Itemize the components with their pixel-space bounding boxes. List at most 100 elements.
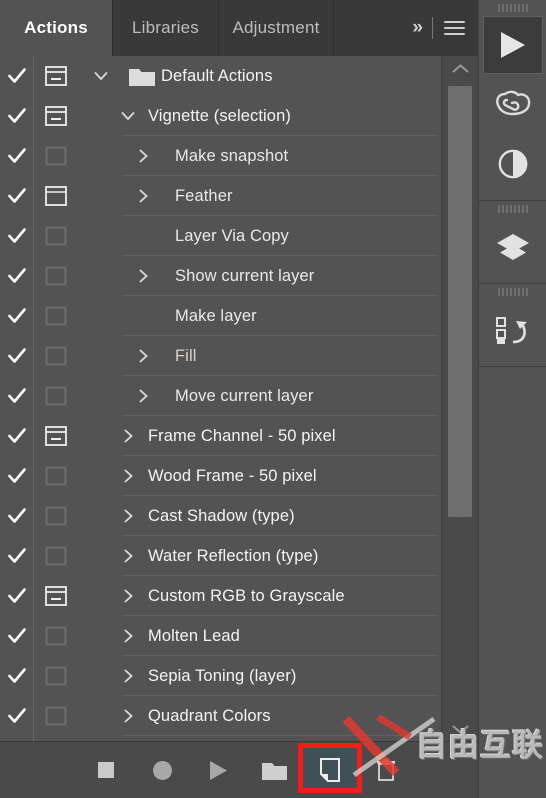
action-enabled-checkbox[interactable] xyxy=(0,347,33,365)
action-row[interactable]: Default Actions xyxy=(0,56,441,96)
scrollbar-track[interactable] xyxy=(442,82,479,716)
dialog-toggle-icon[interactable] xyxy=(44,586,67,606)
action-row[interactable]: Molten Lead xyxy=(0,616,441,656)
action-dialog-toggle[interactable] xyxy=(33,666,78,686)
action-enabled-checkbox[interactable] xyxy=(0,387,33,405)
action-expander[interactable] xyxy=(108,469,148,483)
action-dialog-toggle[interactable] xyxy=(33,346,78,366)
dialog-toggle-icon[interactable] xyxy=(45,706,67,726)
action-dialog-toggle[interactable] xyxy=(33,106,78,126)
chevron-right-icon[interactable] xyxy=(121,549,135,563)
dialog-toggle-icon[interactable] xyxy=(44,106,67,126)
action-dialog-toggle[interactable] xyxy=(33,626,78,646)
action-expander[interactable] xyxy=(123,349,163,363)
action-row[interactable]: Quadrant Colors xyxy=(0,696,441,736)
chevron-down-icon[interactable] xyxy=(121,109,135,123)
chevron-right-icon[interactable] xyxy=(121,709,135,723)
rail-drag-handle-2[interactable] xyxy=(479,201,546,217)
dialog-toggle-icon[interactable] xyxy=(45,546,67,566)
action-expander[interactable] xyxy=(123,149,163,163)
action-expander[interactable] xyxy=(108,509,148,523)
dialog-toggle-icon[interactable] xyxy=(45,146,67,166)
action-expander[interactable] xyxy=(123,189,163,203)
scrollbar-thumb[interactable] xyxy=(448,86,472,518)
chevron-right-icon[interactable] xyxy=(121,669,135,683)
action-enabled-checkbox[interactable] xyxy=(0,707,33,725)
new-action-button[interactable] xyxy=(298,743,362,793)
rail-history-button[interactable] xyxy=(479,300,546,360)
action-enabled-checkbox[interactable] xyxy=(0,467,33,485)
dialog-toggle-icon[interactable] xyxy=(45,626,67,646)
tab-actions[interactable]: Actions xyxy=(0,0,113,56)
actions-list-scrollbar[interactable] xyxy=(441,56,479,742)
action-row[interactable]: Make snapshot xyxy=(0,136,441,176)
action-expander[interactable] xyxy=(78,69,123,83)
action-expander[interactable] xyxy=(108,709,148,723)
rail-creative-cloud-button[interactable] xyxy=(479,74,546,134)
action-enabled-checkbox[interactable] xyxy=(0,667,33,685)
action-enabled-checkbox[interactable] xyxy=(0,587,33,605)
action-enabled-checkbox[interactable] xyxy=(0,187,33,205)
action-expander[interactable] xyxy=(108,109,148,123)
action-row[interactable]: Frame Channel - 50 pixel xyxy=(0,416,441,456)
action-row[interactable]: Sepia Toning (layer) xyxy=(0,656,441,696)
chevron-right-icon[interactable] xyxy=(121,589,135,603)
rail-drag-handle-3[interactable] xyxy=(479,284,546,300)
action-row[interactable]: Cast Shadow (type) xyxy=(0,496,441,536)
chevron-right-icon[interactable] xyxy=(121,429,135,443)
action-enabled-checkbox[interactable] xyxy=(0,307,33,325)
action-row[interactable]: Custom RGB to Grayscale xyxy=(0,576,441,616)
chevron-right-icon[interactable] xyxy=(136,389,150,403)
action-dialog-toggle[interactable] xyxy=(33,266,78,286)
action-dialog-toggle[interactable] xyxy=(33,586,78,606)
action-enabled-checkbox[interactable] xyxy=(0,547,33,565)
rail-adjustments-button[interactable] xyxy=(479,134,546,194)
action-expander[interactable] xyxy=(108,549,148,563)
action-row[interactable]: Wood Frame - 50 pixel xyxy=(0,456,441,496)
rail-play-panel-button[interactable] xyxy=(483,16,543,74)
action-enabled-checkbox[interactable] xyxy=(0,107,33,125)
action-row[interactable]: Vignette (selection) xyxy=(0,96,441,136)
dialog-toggle-icon[interactable] xyxy=(45,346,67,366)
rail-layers-button[interactable] xyxy=(479,217,546,277)
chevron-down-icon[interactable] xyxy=(94,69,108,83)
new-set-button[interactable] xyxy=(246,748,302,792)
tab-libraries[interactable]: Libraries xyxy=(113,0,219,56)
chevron-right-icon[interactable] xyxy=(121,629,135,643)
rail-drag-handle[interactable] xyxy=(479,0,546,16)
action-row[interactable]: Make layer xyxy=(0,296,441,336)
action-enabled-checkbox[interactable] xyxy=(0,227,33,245)
chevron-right-icon[interactable] xyxy=(136,349,150,363)
action-dialog-toggle[interactable] xyxy=(33,226,78,246)
play-button[interactable] xyxy=(190,748,246,792)
action-dialog-toggle[interactable] xyxy=(33,186,78,206)
action-enabled-checkbox[interactable] xyxy=(0,147,33,165)
action-row[interactable]: Feather xyxy=(0,176,441,216)
action-row[interactable]: Show current layer xyxy=(0,256,441,296)
action-row[interactable]: Layer Via Copy xyxy=(0,216,441,256)
action-dialog-toggle[interactable] xyxy=(33,546,78,566)
action-dialog-toggle[interactable] xyxy=(33,306,78,326)
stop-button[interactable] xyxy=(78,748,134,792)
action-expander[interactable] xyxy=(108,589,148,603)
tab-adjustments[interactable]: Adjustment xyxy=(219,0,334,56)
scroll-down-icon[interactable] xyxy=(442,716,479,742)
action-dialog-toggle[interactable] xyxy=(33,66,78,86)
action-row[interactable]: Fill xyxy=(0,336,441,376)
action-expander[interactable] xyxy=(108,629,148,643)
action-enabled-checkbox[interactable] xyxy=(0,427,33,445)
scroll-up-icon[interactable] xyxy=(442,56,479,82)
action-row[interactable]: Move current layer xyxy=(0,376,441,416)
action-dialog-toggle[interactable] xyxy=(33,506,78,526)
dialog-toggle-icon[interactable] xyxy=(45,266,67,286)
dialog-toggle-icon[interactable] xyxy=(45,226,67,246)
action-enabled-checkbox[interactable] xyxy=(0,627,33,645)
action-dialog-toggle[interactable] xyxy=(33,706,78,726)
delete-button[interactable] xyxy=(358,748,414,792)
chevron-right-icon[interactable] xyxy=(121,509,135,523)
action-expander[interactable] xyxy=(108,669,148,683)
chevron-right-icon[interactable] xyxy=(136,149,150,163)
dialog-toggle-icon[interactable] xyxy=(44,66,67,86)
action-enabled-checkbox[interactable] xyxy=(0,267,33,285)
action-dialog-toggle[interactable] xyxy=(33,466,78,486)
